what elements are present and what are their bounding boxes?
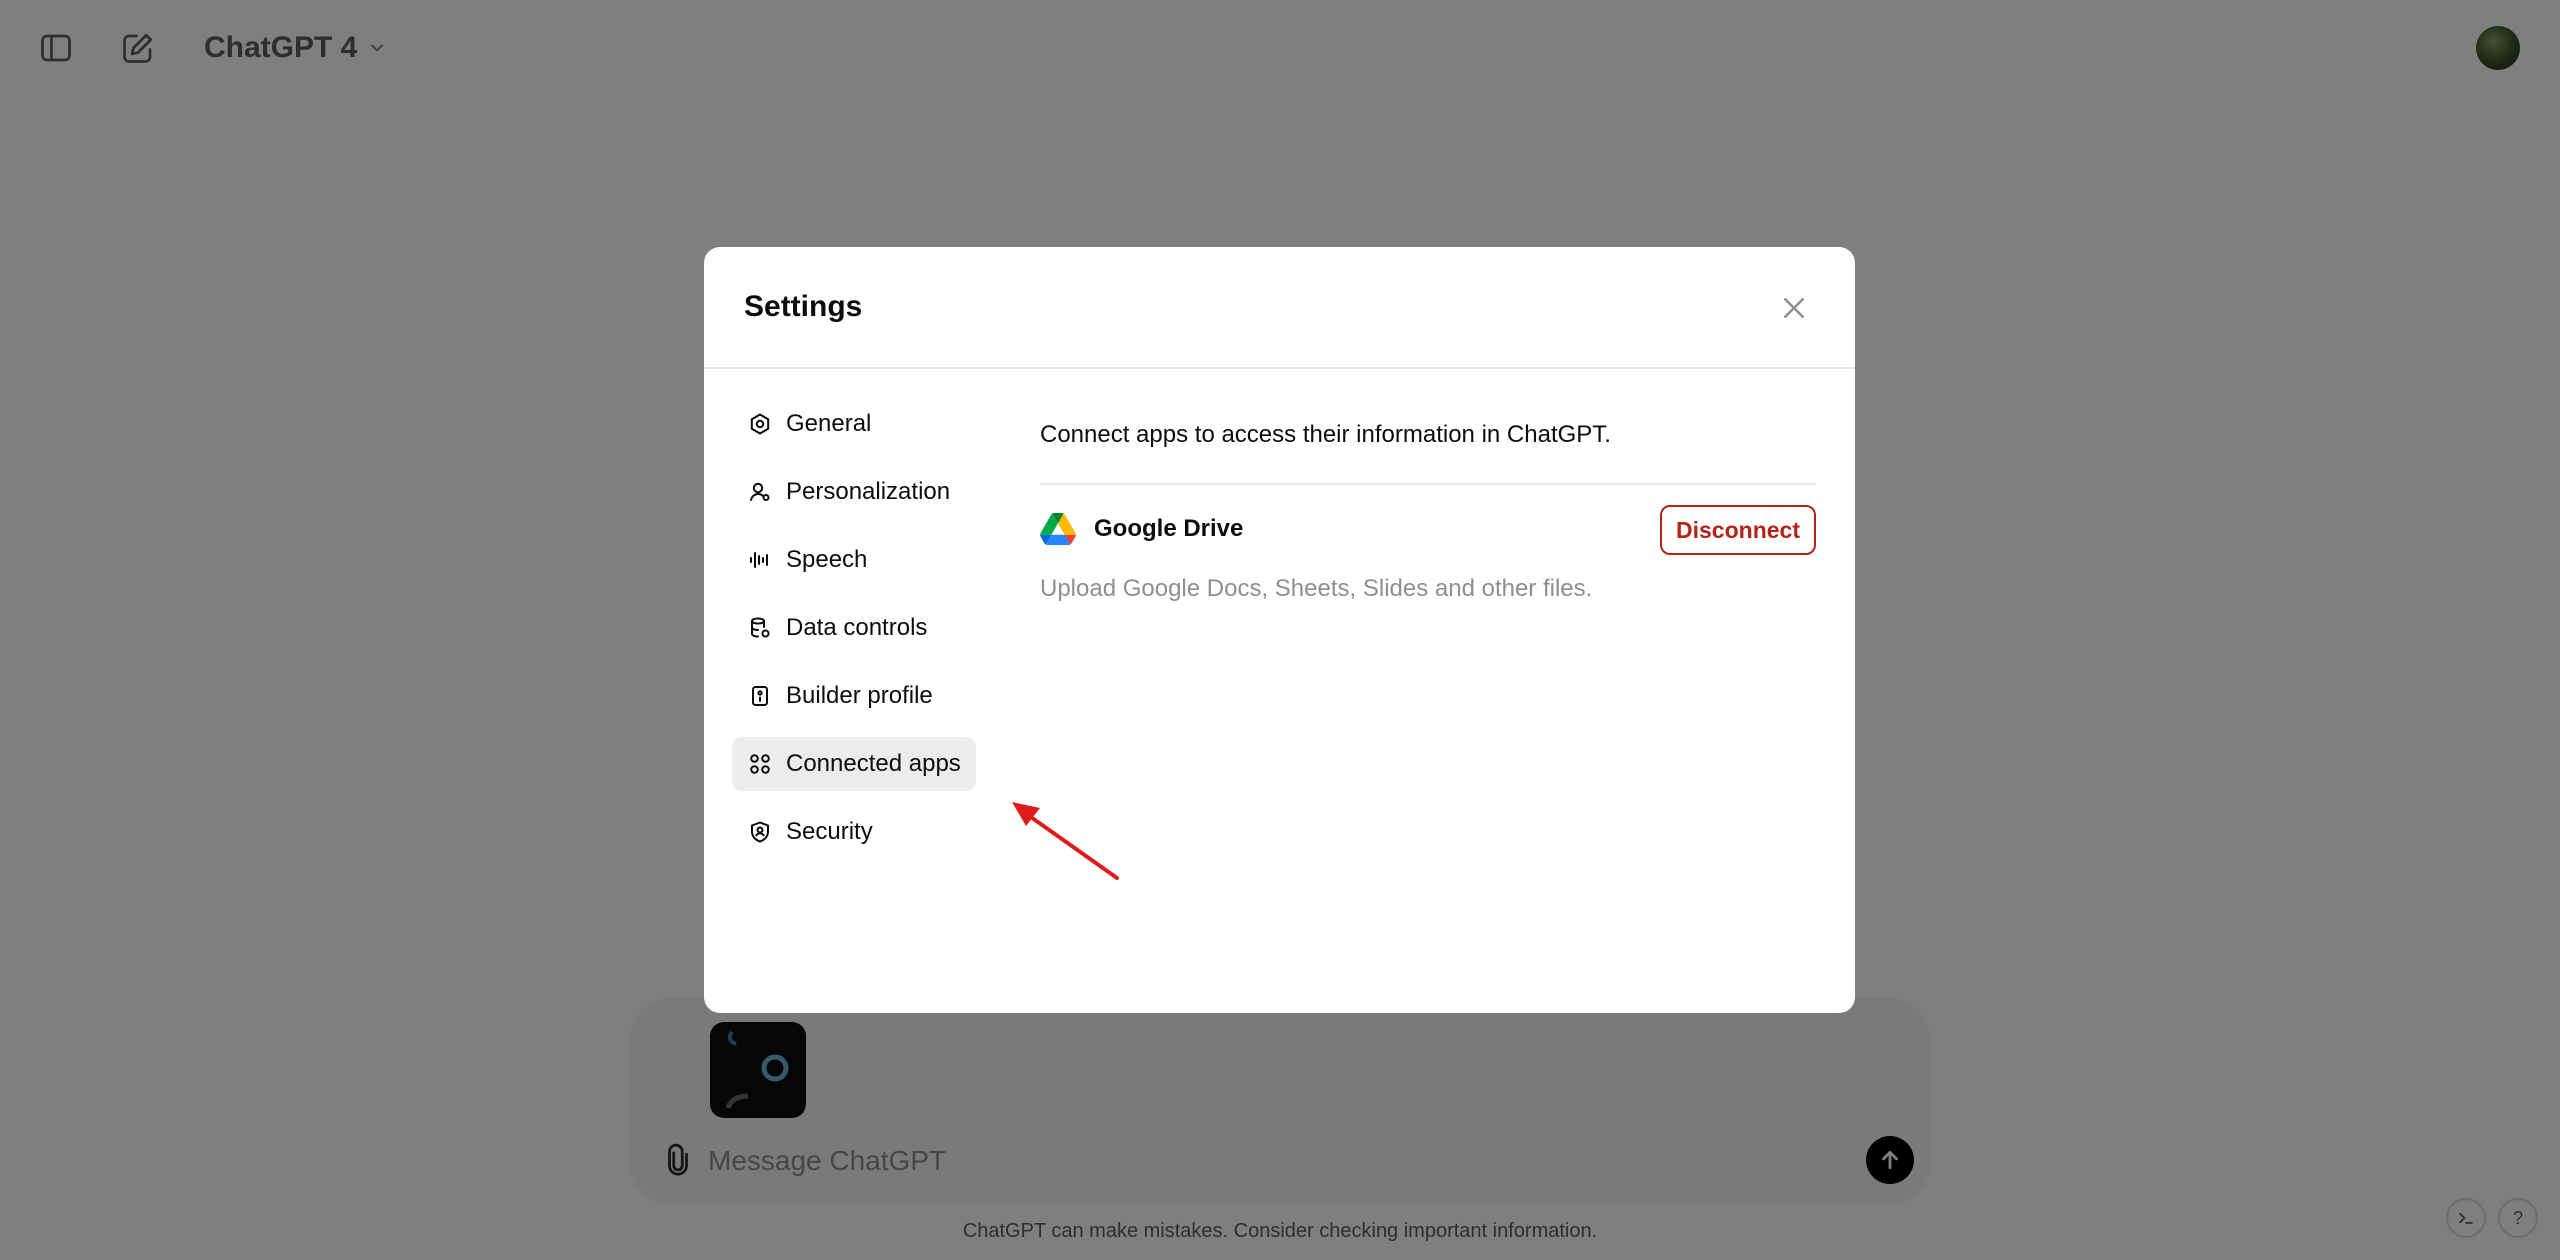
- settings-nav: General Personalization Speech Data cont…: [732, 397, 976, 873]
- connected-app-row: Google Drive Disconnect: [1040, 485, 1816, 569]
- connected-apps-panel: Connect apps to access their information…: [1040, 419, 1816, 603]
- nav-item-label: Builder profile: [786, 682, 933, 709]
- nav-item-builder-profile[interactable]: Builder profile: [732, 669, 976, 723]
- app-description: Upload Google Docs, Sheets, Slides and o…: [1040, 575, 1593, 602]
- database-icon: [748, 616, 772, 640]
- disconnect-button[interactable]: Disconnect: [1660, 505, 1816, 555]
- connected-apps-description: Connect apps to access their information…: [1040, 421, 1611, 448]
- close-button[interactable]: [1771, 285, 1817, 331]
- settings-title: Settings: [744, 290, 863, 323]
- id-card-icon: [748, 684, 772, 708]
- nav-item-speech[interactable]: Speech: [732, 533, 976, 587]
- nav-item-label: Personalization: [786, 478, 951, 505]
- nav-item-label: General: [786, 410, 872, 437]
- nav-item-connected-apps[interactable]: Connected apps: [732, 737, 976, 791]
- nav-item-label: Data controls: [786, 614, 928, 641]
- close-icon: [1784, 298, 1804, 318]
- nav-item-security[interactable]: Security: [732, 805, 976, 859]
- waveform-icon: [748, 548, 772, 572]
- nav-item-label: Connected apps: [786, 750, 961, 777]
- nav-item-personalization[interactable]: Personalization: [732, 465, 976, 519]
- settings-header: Settings: [704, 247, 1855, 369]
- app-name: Google Drive: [1094, 515, 1244, 542]
- gear-icon: [748, 412, 772, 436]
- google-drive-icon: [1040, 513, 1076, 545]
- person-icon: [748, 480, 772, 504]
- apps-grid-icon: [748, 752, 772, 776]
- shield-icon: [748, 820, 772, 844]
- nav-item-label: Speech: [786, 546, 868, 573]
- nav-item-data-controls[interactable]: Data controls: [732, 601, 976, 655]
- settings-dialog: Settings General Personalization Speech …: [704, 247, 1855, 1013]
- nav-item-label: Security: [786, 818, 873, 845]
- nav-item-general[interactable]: General: [732, 397, 976, 451]
